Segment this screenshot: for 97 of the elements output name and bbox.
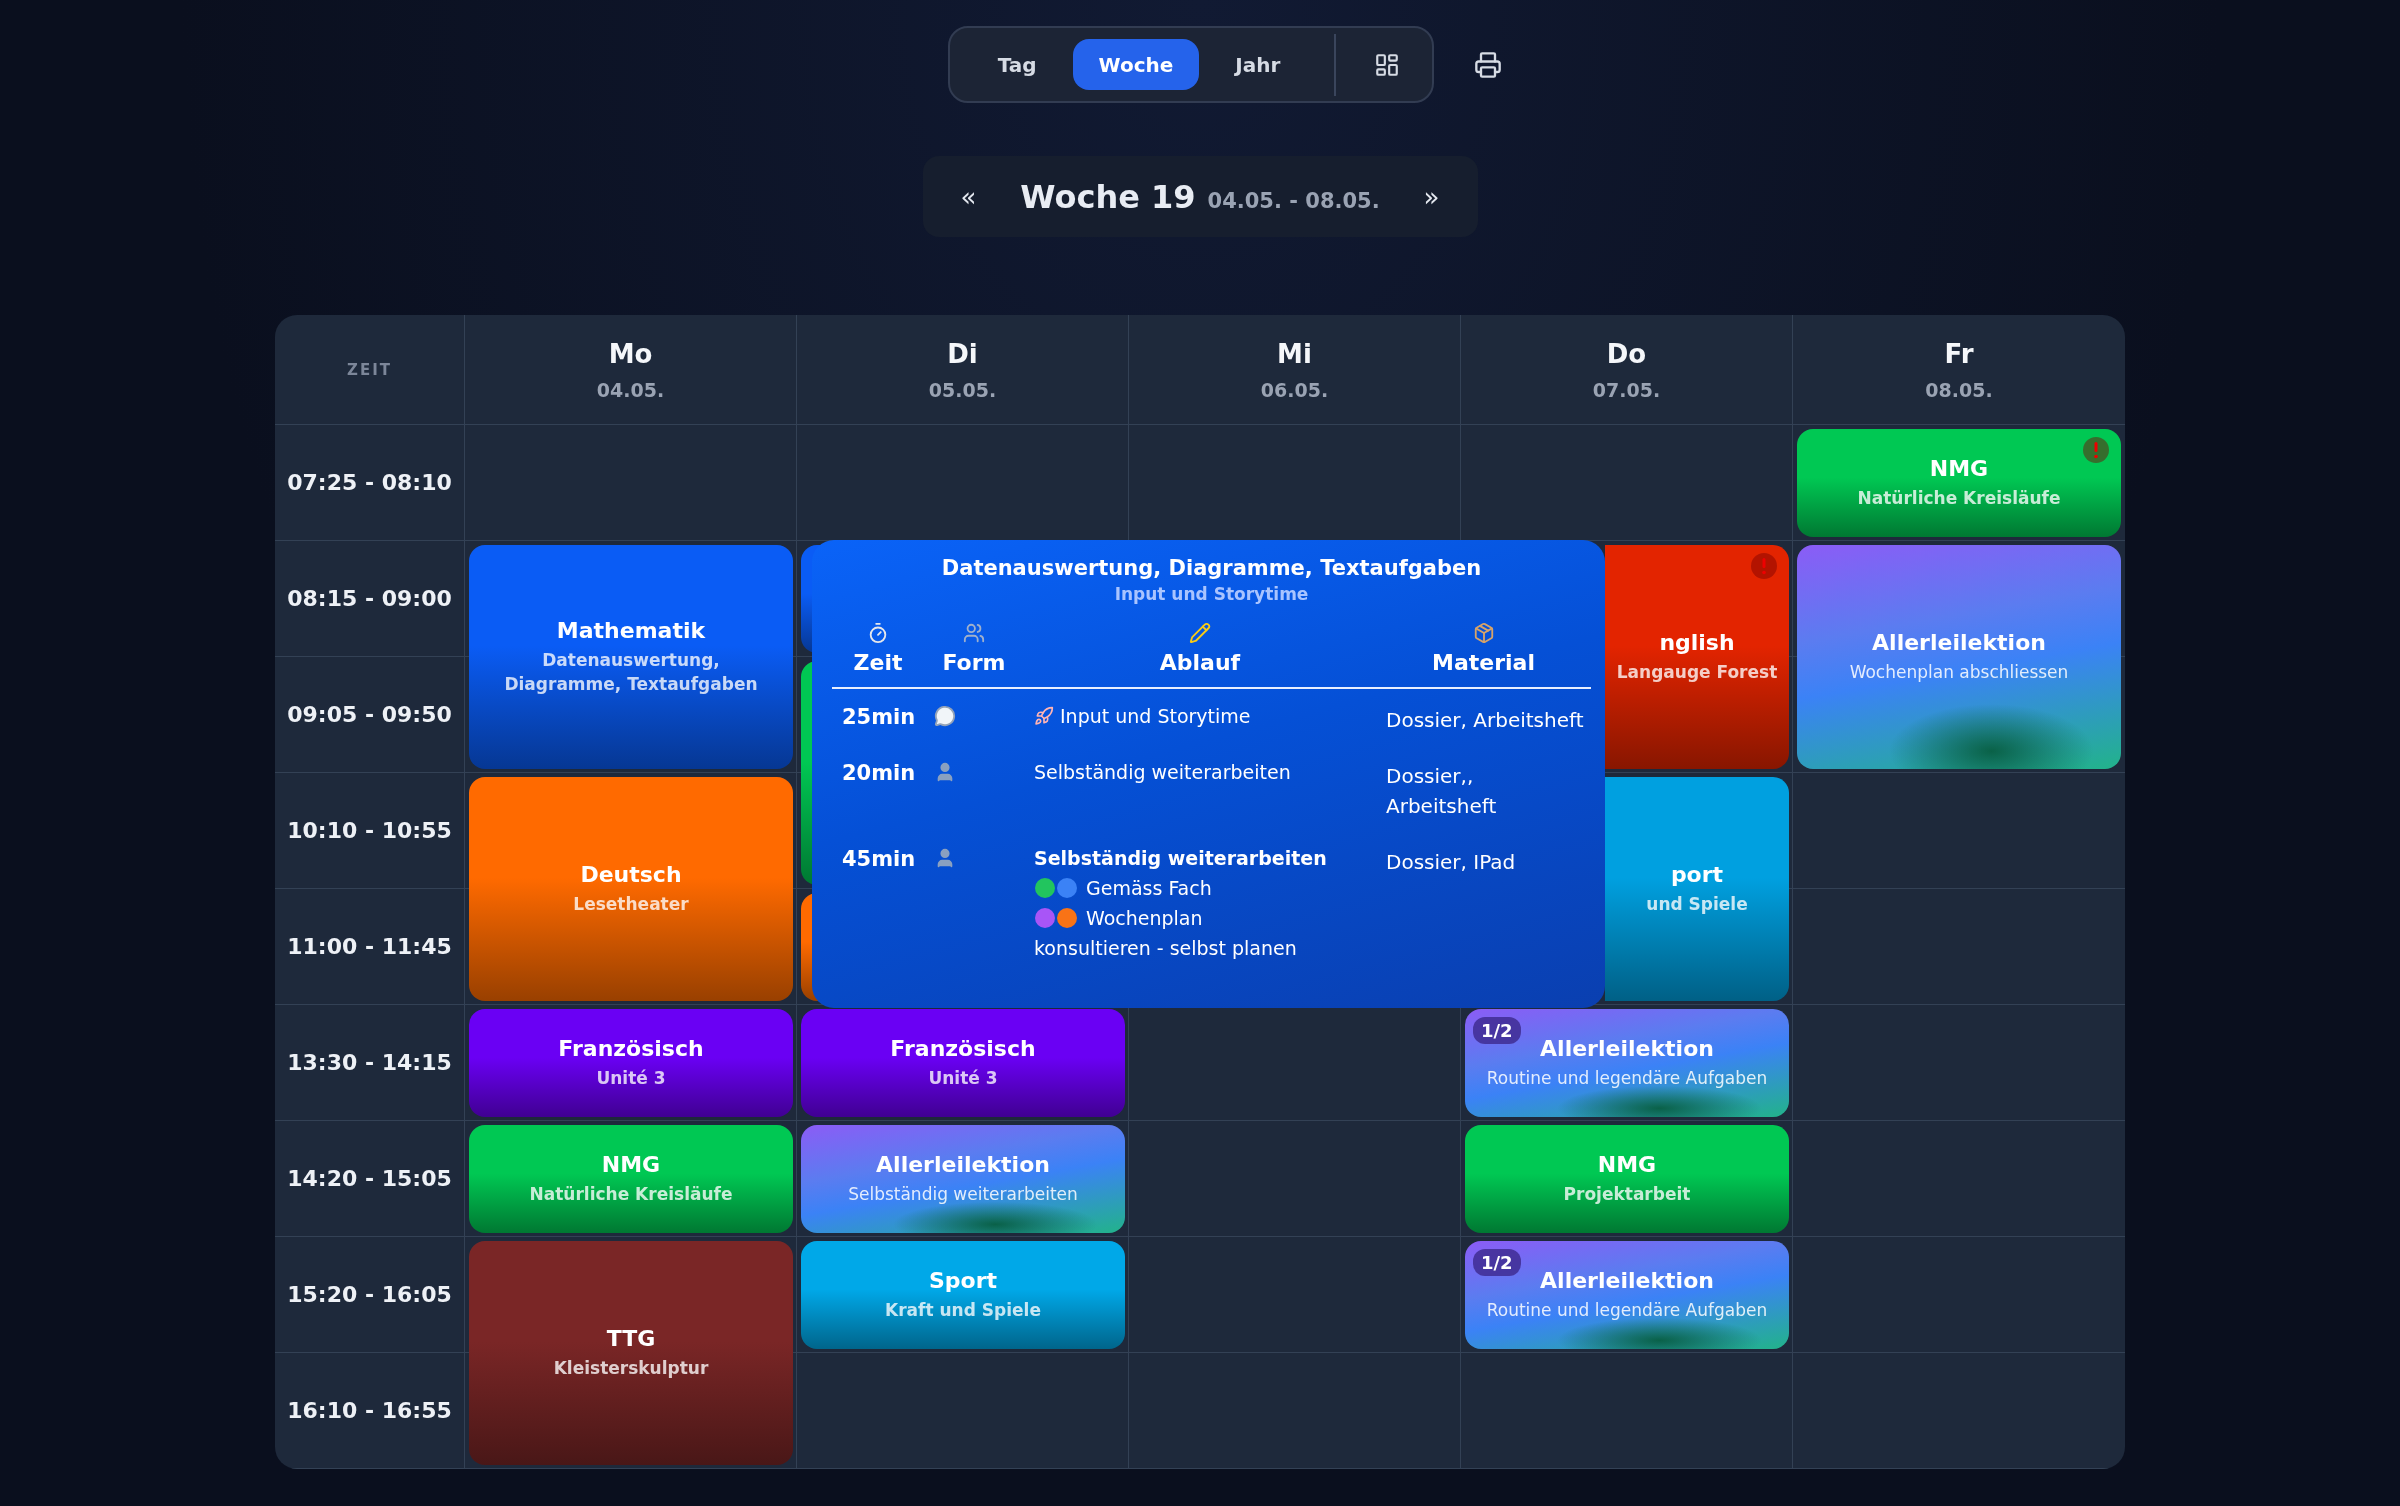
column-header: Zeit [853, 650, 903, 675]
lesson-card[interactable]: Sport Kraft und Spiele [801, 1241, 1125, 1349]
stopwatch-icon [867, 622, 889, 644]
material-text: Dossier, Arbeitsheft [1386, 707, 1584, 734]
lesson-card[interactable]: Allerleilektion Selbständig weiterarbeiten [801, 1125, 1125, 1233]
view-tab[interactable]: Tag [971, 39, 1063, 90]
time-slot-label: 16:10 - 16:55 [287, 1398, 452, 1423]
view-tab[interactable]: Jahr [1209, 39, 1307, 90]
lesson-topic: und Spiele [1646, 892, 1748, 916]
step-text: konsultieren - selbst planen [1034, 937, 1297, 959]
time-slot-label: 14:20 - 15:05 [287, 1166, 452, 1191]
day-date: 04.05. [596, 378, 665, 401]
lesson-title: Französisch [890, 1035, 1036, 1061]
lesson-topic: Lesetheater [573, 892, 689, 916]
duration-text: 20min [842, 761, 916, 785]
lesson-card[interactable]: Französisch Unité 3 [469, 1009, 793, 1117]
lesson-topic: Langauge Forest [1616, 660, 1778, 684]
lesson-topic: Routine und legendäre Aufgaben [1486, 1298, 1768, 1322]
dots-icon [1034, 907, 1080, 929]
lesson-title: Deutsch [580, 861, 682, 887]
lesson-topic: Unité 3 [596, 1066, 666, 1090]
lesson-card[interactable]: 1/2 Allerleilektion Routine und legendäre Aufgaben [1465, 1009, 1789, 1117]
lesson-topic: Natürliche Kreisläufe [529, 1182, 733, 1206]
column-header: Material [1432, 650, 1535, 675]
time-slot-label: 10:10 - 10:55 [287, 818, 452, 843]
time-slot-label: 13:30 - 14:15 [287, 1050, 452, 1075]
popup-subtitle: Input und Storytime [1114, 584, 1309, 604]
speech-bubble-icon [934, 705, 956, 727]
material-text: Dossier, IPad [1386, 849, 1516, 876]
lesson-title: port [1670, 861, 1724, 887]
day-date: 06.05. [1260, 378, 1329, 401]
view-tab[interactable]: Woche [1072, 39, 1200, 90]
day-name: Fr [1944, 338, 1974, 369]
lesson-title: Allerleilektion [1540, 1035, 1714, 1061]
column-header: Ablauf [1159, 650, 1241, 675]
lesson-title: NMG [1929, 455, 1989, 481]
material-text: Dossier,, Arbeitsheft [1386, 763, 1498, 820]
lesson-card[interactable]: Französisch Unité 3 [801, 1009, 1125, 1117]
lesson-card[interactable]: 1/2 Allerleilektion Routine und legendäre Aufgaben [1465, 1241, 1789, 1349]
duration-text: 25min [842, 705, 916, 729]
lesson-topic: Unité 3 [928, 1066, 998, 1090]
lesson-badge: 1/2 [1473, 1249, 1521, 1276]
lesson-topic: Datenauswertung, Diagramme, Textaufgaben [503, 648, 759, 696]
people-icon [963, 622, 985, 644]
lesson-card[interactable]: port und Spiele [1605, 777, 1789, 1001]
popup-title: Datenauswertung, Diagramme, Textaufgaben [941, 556, 1482, 580]
week-date-range: 04.05. - 08.05. [1207, 188, 1380, 213]
time-column-header: ZEIT [347, 360, 392, 379]
day-date: 07.05. [1592, 378, 1661, 401]
dots-icon [1034, 877, 1080, 899]
day-name: Mi [1277, 338, 1312, 369]
lesson-topic: Projektarbeit [1563, 1182, 1691, 1206]
day-name: Do [1606, 338, 1647, 369]
lesson-title: Allerleilektion [1540, 1267, 1714, 1293]
lesson-title: Mathematik [556, 617, 706, 643]
day-name: Di [947, 338, 978, 369]
lesson-title: Allerleilektion [876, 1151, 1050, 1177]
week-title: Woche 19 [1020, 177, 1196, 216]
lesson-title: Allerleilektion [1872, 629, 2046, 655]
lesson-title: nglish [1659, 629, 1735, 655]
lesson-card[interactable]: nglish Langauge Forest [1605, 545, 1789, 769]
day-date: 05.05. [928, 378, 997, 401]
lesson-topic: Selbständig weiterarbeiten [848, 1182, 1078, 1206]
step-text: Input und Storytime [1060, 705, 1251, 727]
lesson-topic: Routine und legendäre Aufgaben [1486, 1066, 1768, 1090]
lesson-title: TTG [606, 1325, 656, 1351]
time-slot-label: 11:00 - 11:45 [287, 934, 452, 959]
step-text: Selbständig weiterarbeiten [1034, 847, 1327, 869]
lesson-topic: Kleisterskulptur [553, 1356, 709, 1380]
duration-text: 45min [842, 847, 916, 871]
time-slot-label: 07:25 - 08:10 [287, 470, 452, 495]
day-date: 08.05. [1925, 378, 1993, 401]
lesson-topic: Natürliche Kreisläufe [1857, 486, 2061, 510]
step-text: Selbständig weiterarbeiten [1034, 761, 1291, 783]
lesson-badge: 1/2 [1473, 1017, 1521, 1044]
previous-week-button[interactable]: « [952, 177, 985, 216]
pencil-icon [1189, 622, 1211, 644]
day-name: Mo [608, 338, 653, 369]
lesson-card[interactable]: TTG Kleisterskulptur [469, 1241, 793, 1465]
column-header: Form [942, 650, 1006, 675]
lesson-title: Sport [928, 1267, 998, 1293]
lesson-topic: Kraft und Spiele [885, 1298, 1041, 1322]
next-week-button[interactable]: » [1415, 177, 1448, 216]
lesson-card[interactable]: Deutsch Lesetheater [469, 777, 793, 1001]
lesson-card[interactable]: Mathematik Datenauswertung, Diagramme, Textaufgaben [469, 545, 793, 769]
lesson-title: NMG [601, 1151, 661, 1177]
package-icon [1472, 622, 1495, 644]
time-slot-label: 15:20 - 16:05 [287, 1282, 452, 1307]
time-slot-label: 08:15 - 09:00 [287, 586, 452, 611]
lesson-topic: Wochenplan abschliessen [1849, 660, 2069, 684]
step-text: Gemäss Fach [1086, 877, 1212, 899]
time-slot-label: 09:05 - 09:50 [287, 702, 452, 727]
lesson-title: Französisch [558, 1035, 704, 1061]
lesson-card[interactable]: Allerleilektion Wochenplan abschliessen [1797, 545, 2121, 769]
rocket-icon [1034, 706, 1054, 726]
lesson-title: NMG [1597, 1151, 1657, 1177]
step-text: Wochenplan [1086, 907, 1203, 929]
